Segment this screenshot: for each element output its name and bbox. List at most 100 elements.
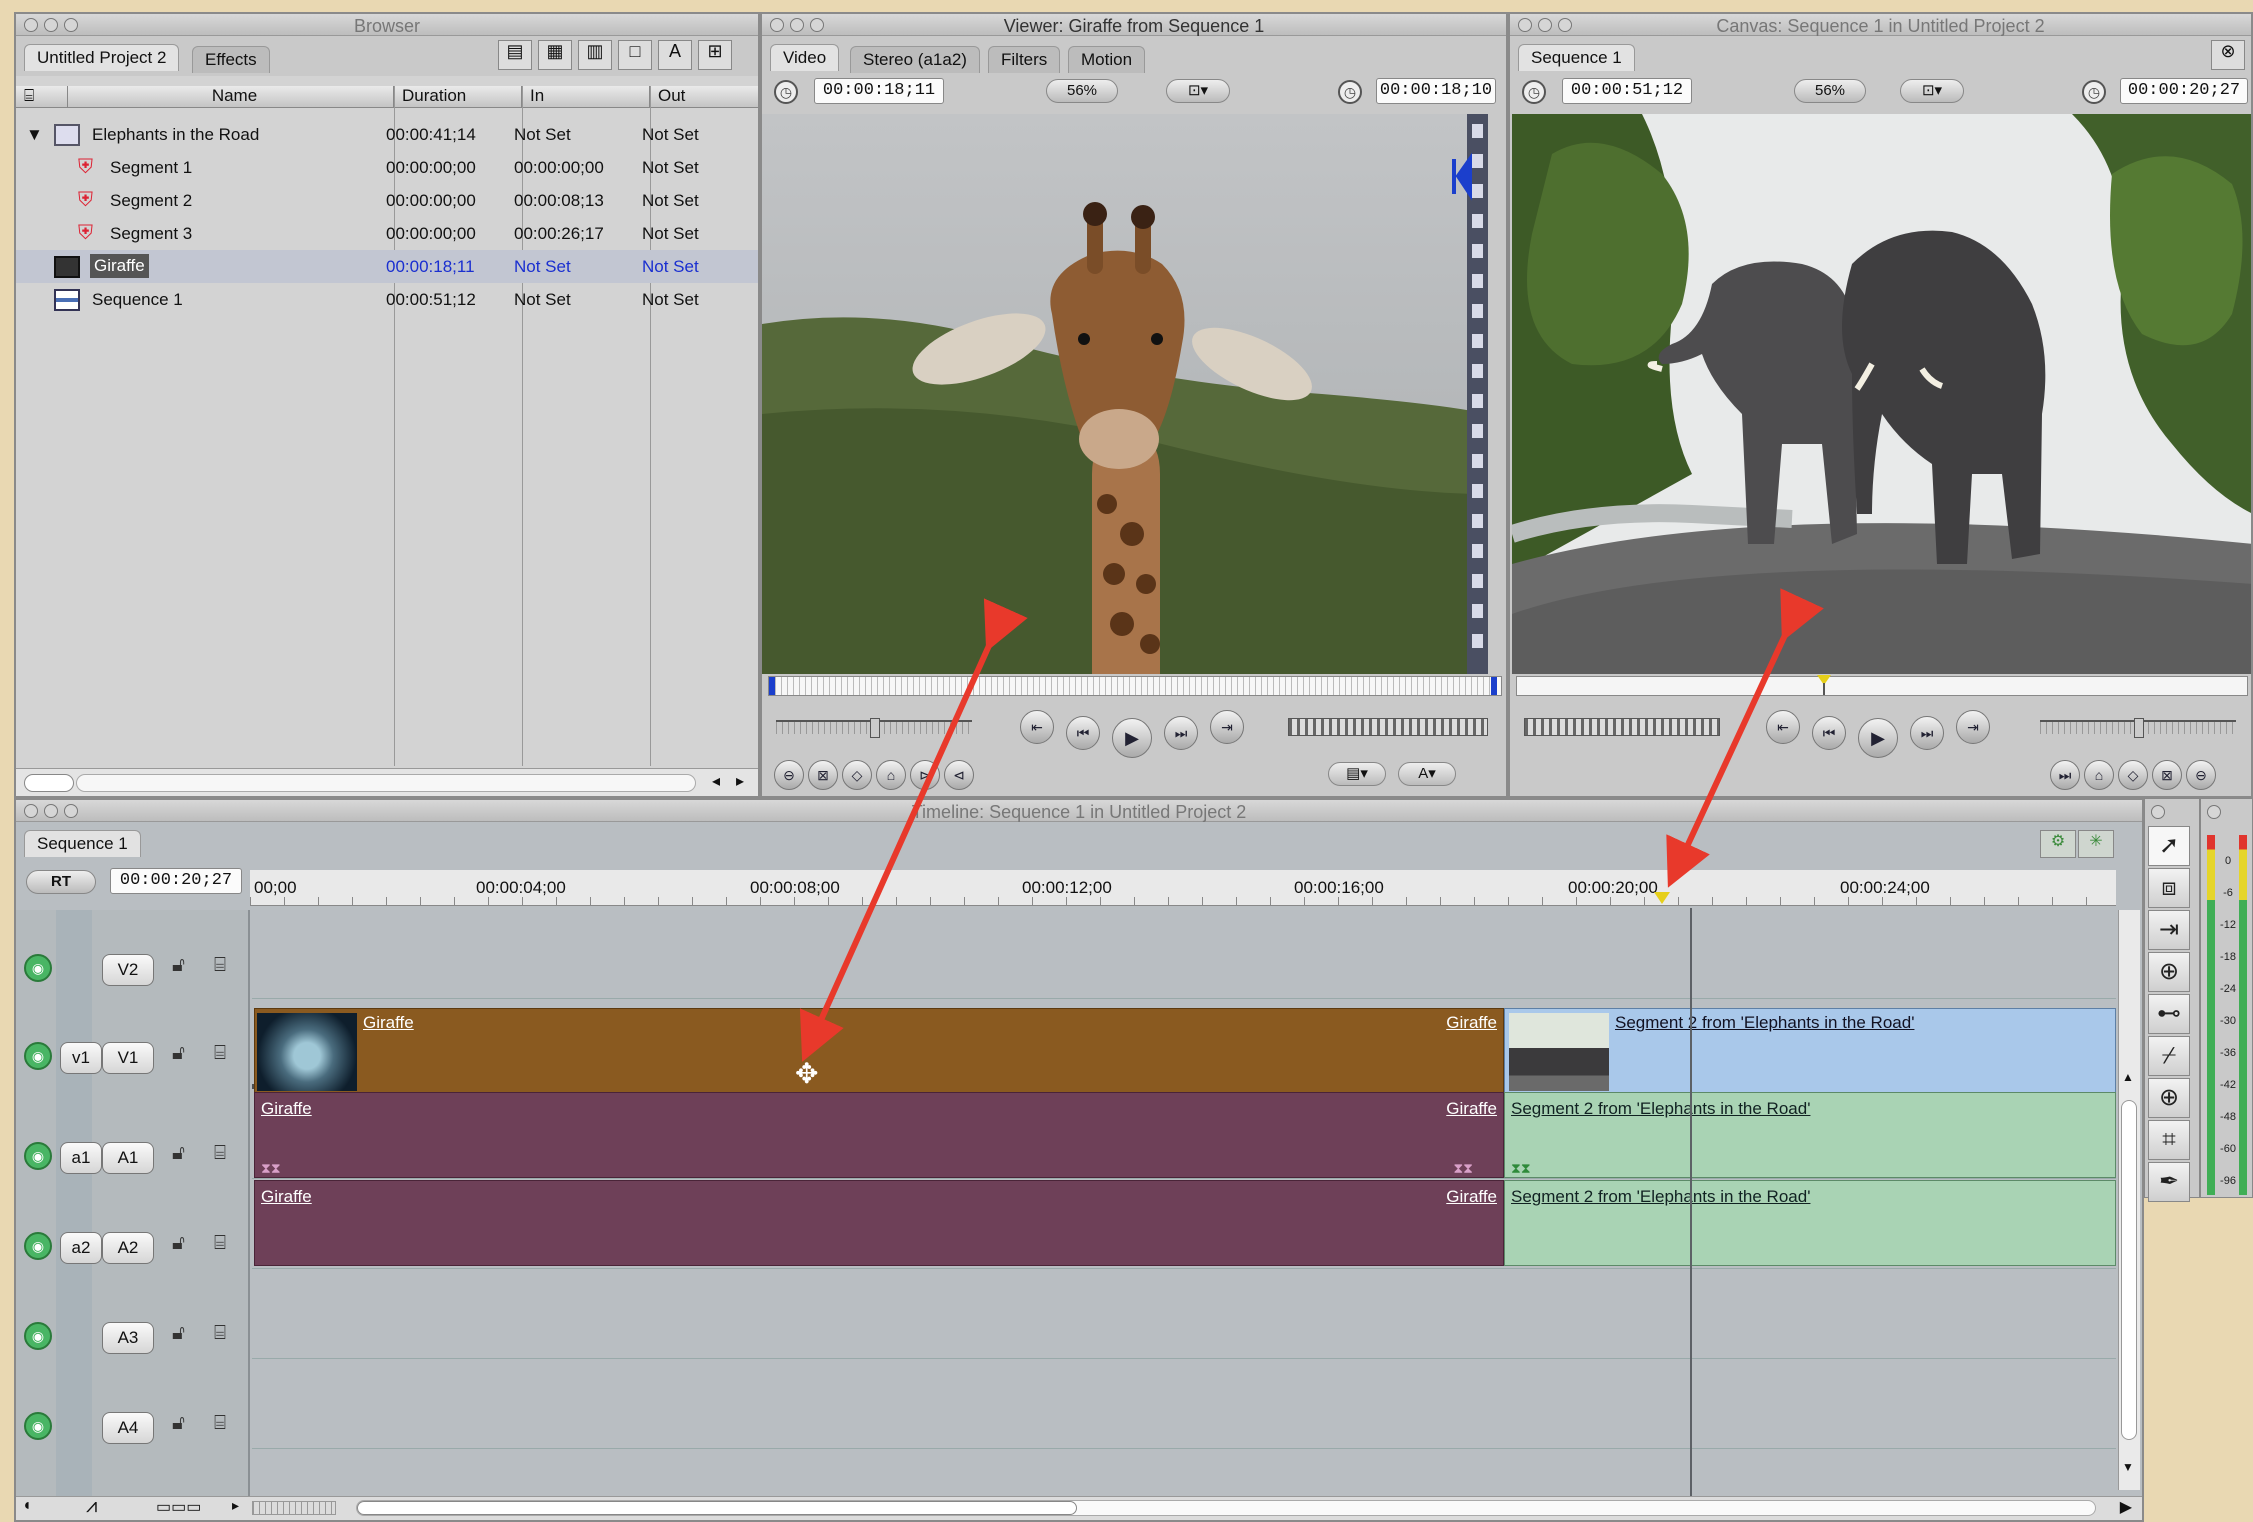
list-view-icon[interactable]: ▤ [498, 40, 532, 70]
timeline-titlebar[interactable]: Timeline: Sequence 1 in Untitled Project… [16, 800, 2142, 822]
tab-sequence-1[interactable]: Sequence 1 [1518, 44, 1635, 71]
canvas-titlebar[interactable]: Canvas: Sequence 1 in Untitled Project 2 [1510, 14, 2251, 36]
mark-clip-button[interactable]: ⊠ [808, 760, 838, 790]
generators-popup[interactable]: A▾ [1398, 762, 1456, 786]
segment2-audio-clip-a1[interactable]: Segment 2 from 'Elephants in the Road' ⧗… [1504, 1092, 2116, 1178]
view-popup[interactable]: ⊡▾ [1900, 79, 1964, 103]
scroll-track[interactable] [76, 774, 696, 792]
add-marker-button[interactable]: ⌂ [2084, 760, 2114, 790]
crop-tool-icon[interactable]: ⌗ [2148, 1120, 2190, 1160]
go-to-in-button[interactable]: ⇤ [1020, 710, 1054, 744]
jog-control[interactable] [1288, 718, 1488, 736]
bin-view-icon[interactable]: ⊞ [698, 40, 732, 70]
track-height-icon[interactable]: ▭▭▭ [156, 1497, 201, 1517]
destination-v2[interactable]: V2 [102, 954, 154, 986]
canvas-scrubber-bar[interactable] [1516, 675, 2248, 696]
tab-filters[interactable]: Filters [988, 46, 1061, 73]
destination-v1[interactable]: V1 [102, 1042, 154, 1074]
roll-tool-icon[interactable]: ⊕ [2148, 952, 2190, 992]
shuttle-slider[interactable] [776, 718, 972, 738]
scroll-right-icon[interactable]: ▶ [2120, 1497, 2132, 1517]
list-item[interactable]: ⛨ Segment 3 00:00:00;00 00:00:26;17 Not … [16, 217, 758, 250]
playhead-marker[interactable] [1654, 892, 1670, 904]
source-a2[interactable]: a2 [60, 1232, 102, 1264]
close-button[interactable] [2207, 805, 2221, 819]
add-keyframe-button[interactable]: ◇ [842, 760, 872, 790]
view-popup[interactable]: ⊡▾ [1166, 79, 1230, 103]
track-audible-a3[interactable]: ◉ [24, 1322, 52, 1350]
playhead[interactable] [1491, 677, 1497, 695]
current-timecode-field[interactable]: 00:00:20;27 [110, 868, 242, 894]
track-visibility-v2[interactable]: ◉ [24, 954, 52, 982]
zoom-tool-icon[interactable]: ⊕ [2148, 1078, 2190, 1118]
scroll-thumb[interactable] [24, 774, 74, 792]
snapping-button[interactable]: ⚙ [2040, 830, 2076, 858]
tab-effects[interactable]: Effects [192, 46, 270, 73]
edit-selection-tool-icon[interactable]: ⧈ [2148, 868, 2190, 908]
large-icons-icon[interactable]: □ [618, 40, 652, 70]
shuttle-slider[interactable] [2040, 718, 2236, 738]
go-to-out-button[interactable]: ⇥ [1210, 710, 1244, 744]
giraffe-video-frame[interactable] [762, 114, 1488, 674]
lock-icon[interactable]: 🔓︎ [172, 1232, 185, 1255]
canvas-close-tab-icon[interactable]: ⊗ [2211, 40, 2245, 70]
track-audible-a2[interactable]: ◉ [24, 1232, 52, 1260]
segment2-video-clip[interactable]: Segment 2 from 'Elephants in the Road' [1504, 1008, 2116, 1096]
auto-select-icon[interactable]: ⌸ [214, 1142, 226, 1165]
destination-a1[interactable]: A1 [102, 1142, 154, 1174]
clip-overlays-icon[interactable]: ⩘ [86, 1495, 97, 1518]
text-view-icon[interactable]: A [658, 40, 692, 70]
zoom-slider-left-icon[interactable]: ▸ [232, 1497, 239, 1514]
track-visibility-v1[interactable]: ◉ [24, 1042, 52, 1070]
in-point-marker[interactable] [769, 677, 775, 695]
scroll-down-icon[interactable]: ▼ [2122, 1460, 2134, 1474]
vertical-scrollbar[interactable]: ▲ ▼ [2118, 910, 2140, 1490]
zoom-popup[interactable]: 56% [1794, 79, 1866, 103]
pen-tool-icon[interactable]: ✒ [2148, 1162, 2190, 1202]
play-in-to-out-button[interactable]: ⏮ [1812, 716, 1846, 750]
lock-icon[interactable]: 🔓︎ [172, 954, 185, 977]
sequence-duration-field[interactable]: 00:00:51;12 [1562, 78, 1692, 104]
giraffe-audio-clip-a1[interactable]: Giraffe Giraffe ⧗⧗ ⧗⧗ [254, 1092, 1504, 1178]
playhead-line[interactable] [1690, 908, 1692, 1508]
destination-a3[interactable]: A3 [102, 1322, 154, 1354]
tab-sequence-1[interactable]: Sequence 1 [24, 830, 141, 857]
track-lanes[interactable]: Giraffe Giraffe ✥ Segment 2 from 'Elepha… [252, 908, 2116, 1514]
lock-icon[interactable]: 🔓︎ [172, 1042, 185, 1065]
viewer-scrubber-bar[interactable] [768, 676, 1502, 696]
go-to-in-button[interactable]: ⇤ [1766, 710, 1800, 744]
list-item[interactable]: ▼ Elephants in the Road 00:00:41;14 Not … [16, 118, 758, 151]
audio-mixer-icon[interactable]: ◖ [22, 1497, 32, 1515]
zoom-popup[interactable]: 56% [1046, 79, 1118, 103]
zoom-slider[interactable] [252, 1501, 336, 1515]
prev-edit-button[interactable]: ⏭ [2050, 760, 2080, 790]
play-around-button[interactable]: ⏭ [1910, 716, 1944, 750]
track-select-tool-icon[interactable]: ⇥ [2148, 910, 2190, 950]
tab-untitled-project[interactable]: Untitled Project 2 [24, 44, 180, 71]
track-audible-a1[interactable]: ◉ [24, 1142, 52, 1170]
play-in-to-out-button[interactable]: ⏮ [1066, 716, 1100, 750]
play-around-button[interactable]: ⏭ [1164, 716, 1198, 750]
column-header-icon[interactable]: ⌸ [16, 86, 68, 108]
list-item[interactable]: Sequence 1 00:00:51;12 Not Set Not Set [16, 283, 758, 316]
mark-in-button[interactable]: ⊳ [910, 760, 940, 790]
linking-button[interactable]: ✳ [2078, 830, 2114, 858]
elephants-video-frame[interactable] [1512, 114, 2253, 674]
browser-titlebar[interactable]: Browser [16, 14, 758, 36]
tab-video[interactable]: Video [770, 44, 840, 71]
clip-duration-field[interactable]: 00:00:18;11 [814, 78, 944, 104]
track-audible-a4[interactable]: ◉ [24, 1412, 52, 1440]
source-a1[interactable]: a1 [60, 1142, 102, 1174]
list-item[interactable]: ⛨ Segment 2 00:00:00;00 00:00:08;13 Not … [16, 184, 758, 217]
match-frame-button[interactable]: ⊖ [774, 760, 804, 790]
recent-clips-popup[interactable]: ▤▾ [1328, 762, 1386, 786]
disclosure-triangle-icon[interactable]: ▼ [26, 118, 43, 151]
add-marker-button[interactable]: ⌂ [876, 760, 906, 790]
time-ruler[interactable]: 00;00 00:00:04;00 00:00:08;00 00:00:12;0… [250, 870, 2116, 906]
go-to-out-button[interactable]: ⇥ [1956, 710, 1990, 744]
mark-out-button[interactable]: ⊲ [944, 760, 974, 790]
scroll-thumb[interactable] [357, 1501, 1077, 1515]
current-timecode-field[interactable]: 00:00:20;27 [2120, 78, 2248, 104]
mark-clip-button[interactable]: ⊠ [2152, 760, 2182, 790]
horizontal-scrollbar[interactable]: ◂ ▸ [16, 768, 758, 796]
